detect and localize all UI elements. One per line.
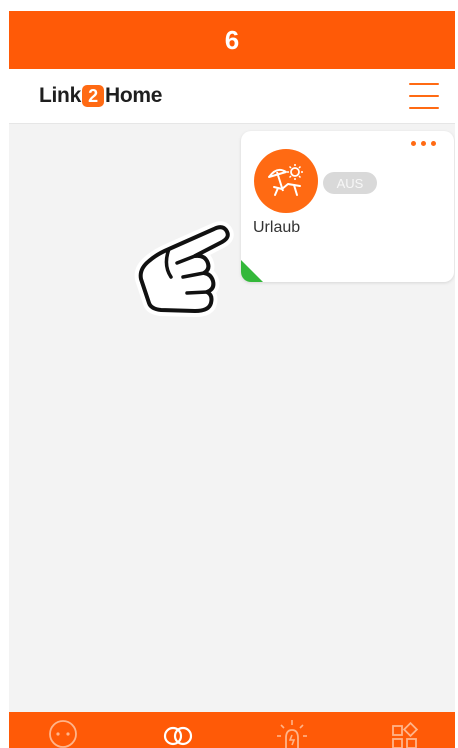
scene-card[interactable]: AUS Urlaub	[241, 131, 454, 282]
beach-umbrella-lounger-icon[interactable]	[254, 149, 318, 213]
scene-name: Urlaub	[253, 219, 301, 236]
step-number: 6	[224, 24, 240, 55]
light-bulb-icon[interactable]	[275, 718, 307, 748]
scenes-link-icon[interactable]	[161, 718, 193, 748]
brand-badge: 2	[81, 85, 104, 107]
socket-icon[interactable]	[47, 718, 79, 748]
brand-text-part2: Home	[104, 84, 163, 107]
apps-grid-icon[interactable]	[389, 718, 421, 748]
app-header: Link 2 Home	[9, 69, 455, 124]
step-banner: 6	[9, 11, 455, 69]
pointing-hand-icon	[127, 219, 247, 319]
scene-status-toggle[interactable]: AUS	[323, 172, 377, 194]
hamburger-menu-icon[interactable]	[409, 83, 439, 109]
brand-logo: Link 2 Home	[39, 83, 162, 109]
app-screen: 6 Link 2 Home AUS Urlaub	[9, 11, 455, 748]
more-dots-icon[interactable]	[411, 141, 436, 146]
brand-text-part1: Link	[39, 84, 81, 107]
bottom-navigation	[9, 712, 455, 748]
